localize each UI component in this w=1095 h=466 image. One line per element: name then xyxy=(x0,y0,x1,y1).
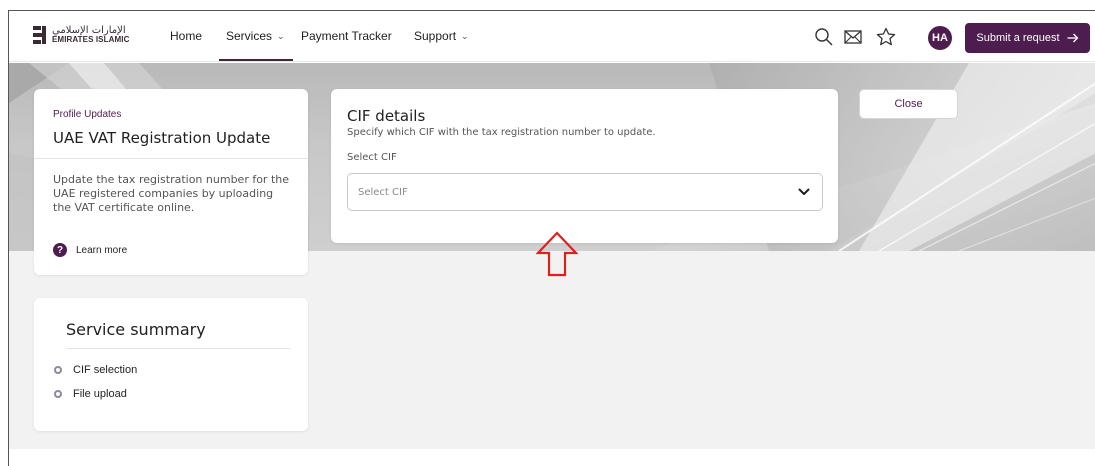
nav-support[interactable]: Support ⌄ xyxy=(414,29,469,43)
page-footer-area xyxy=(9,449,1095,466)
learn-more-link[interactable]: ? Learn more xyxy=(53,243,127,257)
service-description: Update the tax registration number for t… xyxy=(53,173,290,214)
nav-payment-tracker-label: Payment Tracker xyxy=(301,29,392,43)
user-avatar[interactable]: HA xyxy=(928,26,952,50)
nav-payment-tracker[interactable]: Payment Tracker xyxy=(301,29,392,43)
summary-step-cif-selection: CIF selection xyxy=(54,364,137,376)
chevron-down-icon: ⌄ xyxy=(277,30,285,41)
divider xyxy=(66,348,290,349)
logo-text-arabic: الإمارات الإسلامي xyxy=(52,25,126,36)
select-cif-label: Select CIF xyxy=(347,152,397,163)
chevron-down-icon: ⌄ xyxy=(461,30,469,41)
select-cif-dropdown[interactable]: Select CIF xyxy=(347,173,823,211)
service-title: UAE VAT Registration Update xyxy=(53,129,271,147)
nav-services[interactable]: Services ⌄ xyxy=(226,29,285,43)
cif-details-card: CIF details Specify which CIF with the t… xyxy=(331,89,838,243)
service-summary-title: Service summary xyxy=(66,320,206,339)
mail-icon[interactable] xyxy=(842,26,864,48)
nav-home[interactable]: Home xyxy=(170,29,202,43)
service-summary-card: Service summary CIF selection File uploa… xyxy=(34,298,308,431)
cif-details-title: CIF details xyxy=(347,107,426,125)
top-navigation: الإمارات الإسلامي EMIRATES ISLAMIC Home … xyxy=(9,11,1095,62)
step-dot-icon xyxy=(54,390,62,398)
logo-mark-icon xyxy=(33,25,46,45)
search-icon[interactable] xyxy=(813,26,835,48)
nav-support-label: Support xyxy=(414,29,457,43)
emirates-islamic-logo[interactable]: الإمارات الإسلامي EMIRATES ISLAMIC xyxy=(33,25,129,45)
logo-text-english: EMIRATES ISLAMIC xyxy=(52,35,130,44)
arrow-right-icon xyxy=(1067,33,1078,43)
chevron-down-icon xyxy=(798,188,810,195)
close-button-label: Close xyxy=(894,98,923,110)
submit-request-button[interactable]: Submit a request xyxy=(965,23,1090,53)
learn-more-label: Learn more xyxy=(76,244,128,256)
nav-home-label: Home xyxy=(170,29,203,43)
nav-services-label: Services xyxy=(226,29,273,43)
nav-active-indicator xyxy=(219,59,293,61)
service-category: Profile Updates xyxy=(53,109,122,120)
avatar-initials: HA xyxy=(932,32,948,44)
summary-step-label: File upload xyxy=(73,388,127,400)
summary-step-label: CIF selection xyxy=(73,364,138,376)
select-cif-placeholder: Select CIF xyxy=(358,186,408,198)
submit-request-label: Submit a request xyxy=(976,32,1060,44)
divider xyxy=(34,158,308,159)
step-dot-icon xyxy=(54,366,62,374)
browser-frame: الإمارات الإسلامي EMIRATES ISLAMIC Home … xyxy=(8,10,1095,466)
cif-details-subtitle: Specify which CIF with the tax registrat… xyxy=(347,127,656,138)
service-info-card: Profile Updates UAE VAT Registration Upd… xyxy=(34,89,308,275)
annotation-arrow-up-icon xyxy=(536,231,578,277)
summary-step-file-upload: File upload xyxy=(54,388,127,400)
question-icon: ? xyxy=(53,243,67,257)
star-icon[interactable] xyxy=(875,26,897,48)
close-button[interactable]: Close xyxy=(859,89,958,119)
